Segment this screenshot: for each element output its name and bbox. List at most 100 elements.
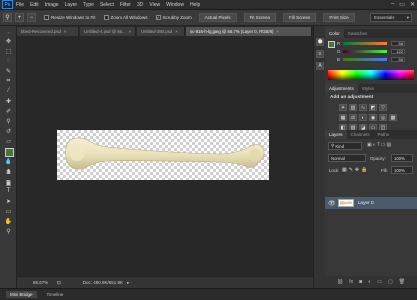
tab-swatches[interactable]: Swatches [344,31,372,36]
move-tool-icon[interactable]: ✥ [3,37,14,45]
color-lookup-icon[interactable]: ▩ [389,114,397,121]
zoom-tool-icon[interactable]: ⚲ [3,227,14,235]
healing-brush-tool-icon[interactable]: ✚ [3,97,14,105]
toolbox-collapse-icon[interactable]: » [3,28,14,36]
tab-document-1[interactable]: bbed-Recovered.psd × [17,27,79,36]
type-tool-icon[interactable]: T [3,187,14,195]
history-panel-icon[interactable]: ⌚ [316,38,324,46]
close-icon[interactable]: × [276,29,279,34]
actual-pixels-button[interactable]: Actual Pixels [198,13,237,22]
print-size-button[interactable]: Print Size [323,13,355,22]
menu-select[interactable]: Select [100,2,114,8]
zoom-in-icon[interactable]: + [15,13,24,22]
menu-edit[interactable]: Edit [30,2,39,8]
menu-file[interactable]: File [16,2,24,8]
blue-value-input[interactable]: 55 [391,57,405,62]
tab-layers[interactable]: Layers [325,130,347,139]
tab-adjustments[interactable]: Adjustments [325,84,358,93]
foreground-color-swatch[interactable] [5,148,14,157]
lock-icons[interactable]: ▦✎✥🔒 [342,167,369,173]
menu-layer[interactable]: Layer [65,2,78,8]
shape-tool-icon[interactable]: ▭ [3,207,14,215]
magnifier-icon[interactable]: ⚲ [3,13,12,22]
close-icon[interactable]: × [175,29,178,34]
add-mask-icon[interactable]: ◙ [359,279,362,285]
red-value-input[interactable]: 68 [391,41,405,46]
new-layer-icon[interactable]: ▢ [388,279,393,285]
blend-mode-select[interactable]: Normal [328,154,366,162]
quick-mask-icon[interactable]: ◙ [3,169,14,177]
color-panel-foreground-swatch[interactable] [328,41,335,48]
tab-mini-bridge[interactable]: Mini Bridge [6,291,37,298]
document-canvas[interactable] [57,130,269,180]
opacity-input[interactable]: 100% [391,154,413,162]
scrubby-zoom-checkbox[interactable]: ✓ Scrubby Zoom [155,15,192,20]
hue-saturation-icon[interactable]: ▦ [339,114,347,121]
visibility-eye-icon[interactable]: 👁 [328,200,336,207]
tab-document-active[interactable]: sc-916-h-lg.jpeg @ 66.7% (Layer 0, RGB/8… [186,27,312,36]
eyedropper-tool-icon[interactable]: ⁄ [3,87,14,95]
fill-input[interactable]: 100% [391,166,413,174]
brightness-contrast-icon[interactable]: ☀ [339,104,347,111]
layer-filter-kind-select[interactable]: ⚲ Kind [328,142,362,150]
close-icon[interactable]: × [129,29,132,34]
color-spectrum-ramp[interactable] [328,70,414,80]
hand-tool-icon[interactable]: ✋ [3,217,14,225]
group-icon[interactable]: ▭ [377,279,382,285]
lasso-tool-icon[interactable]: ◌ [3,57,14,65]
blue-slider[interactable] [343,58,387,61]
zoom-all-windows-checkbox[interactable]: Zoom All Windows [103,15,148,20]
fill-screen-button[interactable]: Fill Screen [283,13,317,22]
path-select-tool-icon[interactable]: ➤ [3,197,14,205]
menu-help[interactable]: Help [190,2,200,8]
quick-select-tool-icon[interactable]: ✎ [3,67,14,75]
marquee-tool-icon[interactable]: ⬚ [3,47,14,55]
zoom-level-field[interactable]: 66.67% [33,280,53,285]
minimize-button[interactable]: – [391,1,394,8]
close-window-button[interactable]: ✕ [410,1,415,8]
delete-layer-icon[interactable]: 🗑 [399,279,405,285]
menu-image[interactable]: Image [45,2,59,8]
green-slider[interactable] [343,50,387,53]
layer-row-layer-0[interactable]: 👁 Layer 0 [325,197,417,209]
menu-filter[interactable]: Filter [120,2,131,8]
link-layers-icon[interactable]: ⛓ [337,279,343,285]
properties-panel-icon[interactable]: ≡ [316,50,324,58]
menu-type[interactable]: Type [83,2,94,8]
resize-windows-checkbox[interactable]: Resize Windows to Fit [44,15,96,20]
zoom-out-icon[interactable]: − [27,13,36,22]
workspace-select[interactable]: Essentials ▾ [370,13,412,22]
fit-screen-button[interactable]: Fit Screen [243,13,277,22]
black-white-icon[interactable]: ◐ [359,114,367,121]
layer-style-icon[interactable]: fx [349,279,353,285]
status-icon[interactable]: ⊡ [57,280,61,286]
maximize-button[interactable]: ▭ [399,1,405,8]
brush-tool-icon[interactable]: ✐ [3,107,14,115]
clone-stamp-tool-icon[interactable]: ⚲ [3,117,14,125]
menu-3d[interactable]: 3D [137,2,143,8]
channel-mixer-icon[interactable]: ◎ [379,114,387,121]
character-panel-icon[interactable]: A [316,62,324,70]
close-icon[interactable]: × [64,29,67,34]
layer-filter-icons[interactable]: ▣◐T▭▤ [367,142,392,148]
checkbox-box-checked[interactable]: ✓ [155,15,161,20]
checkbox-box[interactable] [103,15,109,20]
exposure-icon[interactable]: ◩ [369,104,377,111]
screen-mode-icon[interactable]: ▣ [3,179,14,187]
menu-window[interactable]: Window [166,2,184,8]
tab-channels[interactable]: Channels [347,132,374,137]
photo-filter-icon[interactable]: ◉ [369,114,377,121]
status-menu-arrow-icon[interactable]: ▸ [127,280,129,286]
eraser-tool-icon[interactable]: ▱ [3,137,14,145]
checkbox-box[interactable] [44,15,49,20]
tab-color[interactable]: Color [325,29,344,38]
curves-icon[interactable]: ∿ [359,104,367,111]
tab-timeline[interactable]: Timeline [43,291,68,298]
tab-document-2[interactable]: Untitled-4.psd @ 66... × [80,27,136,36]
green-value-input[interactable]: 122 [391,49,405,54]
crop-tool-icon[interactable]: ⌗ [3,77,14,85]
red-slider[interactable] [343,42,387,45]
menu-view[interactable]: View [149,2,160,8]
blur-tool-icon[interactable]: 💧 [3,157,14,165]
tab-paths[interactable]: Paths [374,132,394,137]
